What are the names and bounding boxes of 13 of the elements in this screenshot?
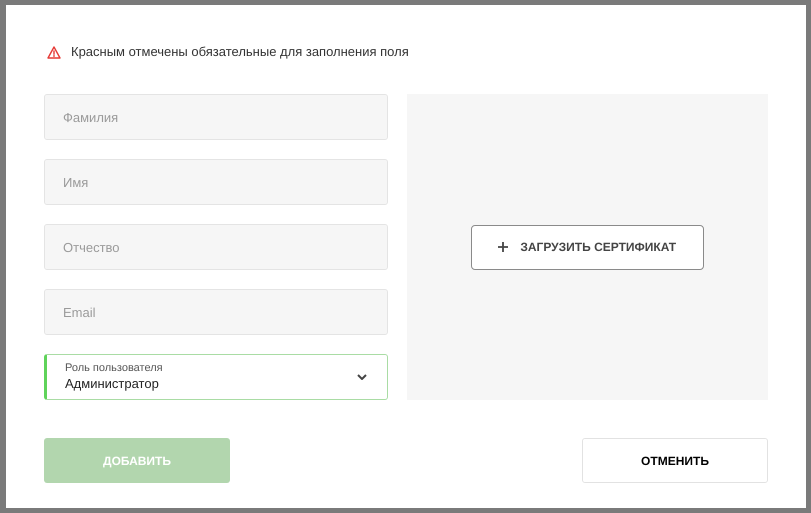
chevron-down-icon xyxy=(356,374,367,380)
role-select-field[interactable]: Роль пользователя Администратор xyxy=(44,354,388,400)
plus-icon xyxy=(498,242,508,252)
upload-certificate-button[interactable]: ЗАГРУЗИТЬ СЕРТИФИКАТ xyxy=(470,224,704,270)
text-input-field[interactable]: Email xyxy=(44,289,388,335)
warning-icon xyxy=(47,46,61,58)
cancel-button[interactable]: ОТМЕНИТЬ xyxy=(582,438,768,483)
text-input-field[interactable]: Имя xyxy=(44,159,388,205)
text-input-field[interactable]: Фамилия xyxy=(44,94,388,140)
required-fields-notice: Красным отмечены обязательные для заполнения поля xyxy=(71,43,409,62)
select-value: Администратор xyxy=(65,375,160,393)
select-label: Роль пользователя xyxy=(65,361,164,375)
text-input-field[interactable]: Отчество xyxy=(44,224,388,270)
